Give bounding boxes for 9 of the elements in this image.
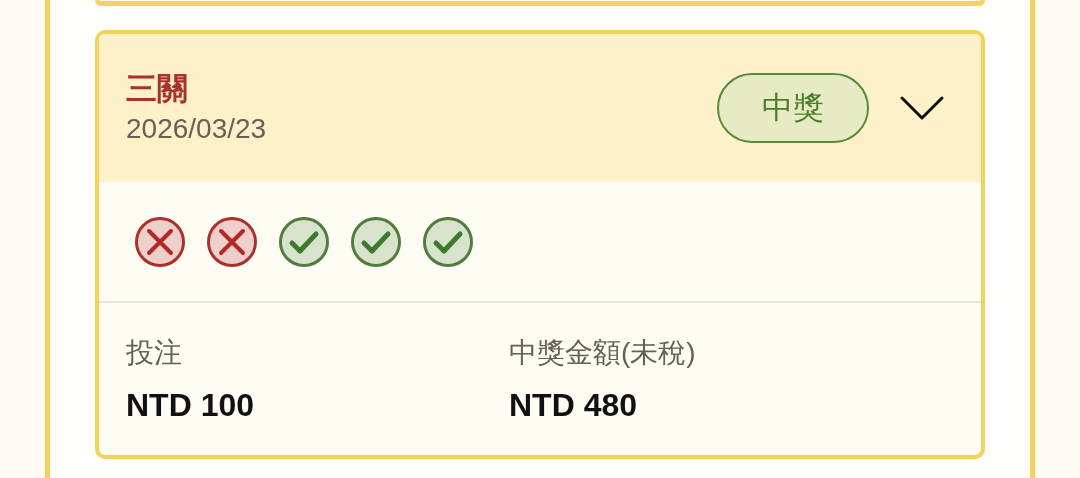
summary-value: NTD 100 [126, 386, 256, 425]
summary-label: 投注 [126, 336, 183, 370]
ticket-date: 2026/03/23 [126, 112, 268, 146]
summary-value: NTD 480 [509, 386, 639, 425]
ticket-title: 三關 [126, 70, 189, 108]
status-badge: 中獎 [717, 73, 869, 143]
summary-label: 中獎金額(未稅) [509, 336, 697, 370]
card-header[interactable]: 三關 2026/03/23 中獎 [99, 34, 981, 182]
chevron-icon[interactable] [899, 95, 945, 121]
